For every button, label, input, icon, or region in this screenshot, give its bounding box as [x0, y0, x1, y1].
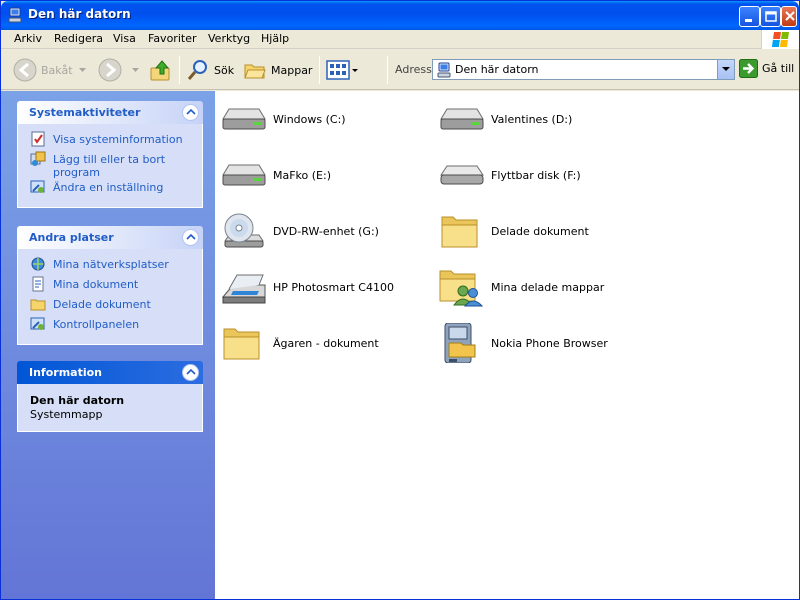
views-button[interactable]: [326, 56, 360, 84]
chevron-up-icon: [186, 233, 196, 240]
back-button[interactable]: Bakåt: [13, 56, 73, 84]
menu-verktyg[interactable]: Verktyg: [208, 32, 250, 45]
collapse-button[interactable]: [182, 104, 199, 121]
menu-favoriter[interactable]: Favoriter: [148, 32, 196, 45]
computer-icon: [437, 62, 451, 78]
forward-dropdown-icon[interactable]: [132, 68, 139, 73]
file-view: Windows (C:) Valentines (D:) MaFko (E:): [215, 91, 799, 599]
hard-drive-icon: [222, 164, 266, 186]
documents-icon: [32, 276, 44, 292]
maximize-icon: [765, 11, 777, 22]
address-bar[interactable]: Den här datorn: [432, 59, 735, 80]
info-type: Systemmapp: [30, 408, 103, 421]
owner-documents[interactable]: Ägaren - dokument: [219, 319, 429, 367]
task-add-remove-programs[interactable]: Lägg till eller ta bort program: [30, 151, 202, 179]
chevron-down-icon: [722, 67, 730, 71]
menu-visa[interactable]: Visa: [113, 32, 136, 45]
drive-g[interactable]: DVD-RW-enhet (G:): [219, 207, 429, 255]
drive-c[interactable]: Windows (C:): [219, 95, 429, 143]
system-tasks-body: Visa systeminformation Lägg till eller t…: [17, 124, 203, 208]
forward-button[interactable]: [98, 56, 122, 84]
my-shared-folders[interactable]: Mina delade mappar: [437, 263, 647, 311]
other-places-header[interactable]: Andra platser: [17, 226, 203, 249]
windows-flag-icon: [771, 32, 789, 47]
menu-bar: Arkiv Redigera Visa Favoriter Verktyg Hj…: [1, 30, 799, 49]
window-title: Den här datorn: [28, 7, 131, 21]
minimize-button[interactable]: [739, 6, 760, 27]
phone-browser-icon: [444, 323, 476, 363]
up-button[interactable]: [149, 56, 173, 84]
place-network[interactable]: Mina nätverksplatser: [30, 256, 202, 276]
nokia-phone-browser[interactable]: Nokia Phone Browser: [437, 319, 647, 367]
windows-logo: [761, 30, 799, 49]
drive-f[interactable]: Flyttbar disk (F:): [437, 151, 647, 199]
address-input[interactable]: Den här datorn: [455, 63, 539, 76]
scanner-hp[interactable]: HP Photosmart C4100: [219, 263, 429, 311]
toolbar: Bakåt Sök Mappar Adress Den här datorn G…: [1, 50, 799, 90]
folders-button[interactable]: Mappar: [243, 56, 312, 84]
info-name: Den här datorn: [30, 394, 125, 407]
place-my-documents[interactable]: Mina dokument: [30, 276, 202, 296]
place-shared-documents[interactable]: Delade dokument: [30, 296, 202, 316]
task-pane: Systemaktiviteter Visa systeminformation…: [1, 91, 215, 599]
task-view-system-info[interactable]: Visa systeminformation: [30, 131, 202, 151]
control-panel-icon: [30, 317, 45, 330]
chevron-up-icon: [186, 108, 196, 115]
hard-drive-icon: [222, 108, 266, 130]
title-bar[interactable]: Den här datorn: [1, 1, 799, 30]
removable-disk-icon: [440, 165, 484, 185]
collapse-button[interactable]: [182, 364, 199, 381]
information-body: Den här datorn Systemmapp: [17, 384, 203, 432]
minimize-icon: [745, 19, 752, 22]
close-button[interactable]: [781, 6, 797, 27]
close-icon: [785, 11, 795, 21]
hard-drive-icon: [440, 108, 484, 130]
drive-e[interactable]: MaFko (E:): [219, 151, 429, 199]
folder-icon: [441, 216, 478, 248]
other-places-panel: Andra platser Mina nätverksplatser Mina …: [17, 226, 203, 345]
collapse-button[interactable]: [182, 229, 199, 246]
folders-icon: [244, 64, 266, 79]
address-dropdown-button[interactable]: [717, 60, 734, 79]
add-remove-programs-icon: [30, 151, 46, 166]
folder-up-icon: [150, 60, 170, 81]
menu-redigera[interactable]: Redigera: [54, 32, 103, 45]
toolbar-separator: [319, 56, 320, 84]
toolbar-separator: [179, 56, 180, 84]
back-dropdown-icon[interactable]: [79, 68, 86, 73]
menu-arkiv[interactable]: Arkiv: [14, 32, 42, 45]
address-label: Adress: [395, 63, 432, 76]
go-button[interactable]: Gå till: [739, 59, 794, 78]
system-info-icon: [31, 131, 45, 147]
explorer-window: Den här datorn Arkiv Redigera Visa Favor…: [0, 0, 800, 600]
drive-d[interactable]: Valentines (D:): [437, 95, 647, 143]
search-icon: [187, 60, 207, 80]
folder-icon: [30, 299, 46, 311]
views-icon: [326, 60, 358, 80]
task-change-setting[interactable]: Ändra en inställning: [30, 179, 202, 199]
dvd-drive-icon: [224, 213, 264, 248]
folder-icon: [223, 328, 260, 360]
place-control-panel[interactable]: Kontrollpanelen: [30, 316, 202, 336]
computer-icon: [8, 7, 22, 23]
go-arrow-icon: [739, 59, 758, 78]
control-panel-icon: [30, 180, 45, 193]
system-tasks-header[interactable]: Systemaktiviteter: [17, 101, 203, 124]
information-header[interactable]: Information: [17, 361, 203, 384]
network-places-icon: [31, 257, 45, 271]
back-arrow-icon: [13, 58, 37, 82]
maximize-button[interactable]: [760, 6, 781, 27]
system-tasks-panel: Systemaktiviteter Visa systeminformation…: [17, 101, 203, 208]
toolbar-separator: [387, 56, 388, 84]
shared-documents[interactable]: Delade dokument: [437, 207, 647, 255]
shared-folder-icon: [439, 270, 484, 307]
information-panel: Information Den här datorn Systemmapp: [17, 361, 203, 432]
chevron-up-icon: [186, 368, 196, 375]
forward-arrow-icon: [98, 58, 122, 82]
menu-hjalp[interactable]: Hjälp: [261, 32, 289, 45]
other-places-body: Mina nätverksplatser Mina dokument Delad…: [17, 249, 203, 345]
search-button[interactable]: Sök: [186, 56, 234, 84]
scanner-icon: [221, 274, 266, 304]
